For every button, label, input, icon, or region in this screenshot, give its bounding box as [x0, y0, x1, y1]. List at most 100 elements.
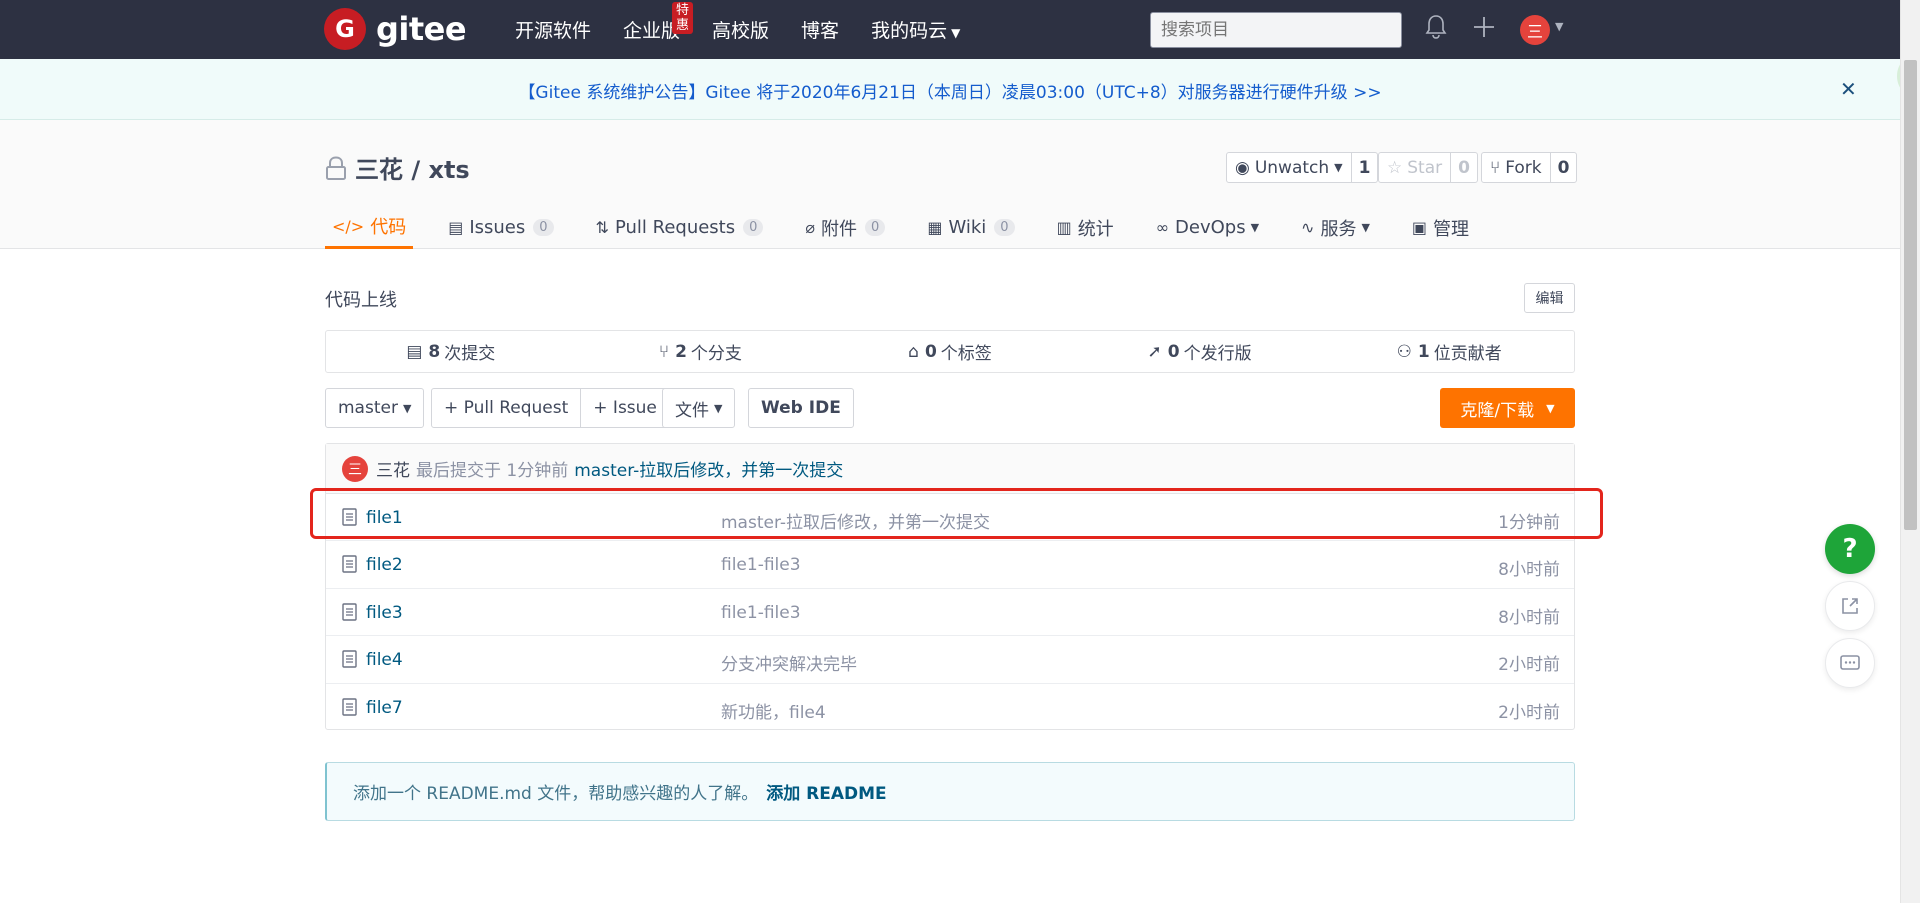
nav-link-my-gitee[interactable]: 我的码云 ▼	[871, 16, 960, 43]
tab-label: Issues	[469, 217, 526, 238]
tab-label: 统计	[1077, 218, 1114, 240]
pr-issue-button-group: + Pull Request + Issue	[431, 388, 670, 428]
add-readme-link[interactable]: 添加 README	[766, 779, 886, 804]
last-commit-row: 三 三花 最后提交于 1分钟前 master-拉取后修改，并第一次提交	[326, 444, 1574, 494]
repo-stats-bar: ▤ 8 次提交 ⑂ 2 个分支 ⌂ 0 个标签 ➚ 0 个发行版 ⚇ 1 位贡献…	[325, 330, 1575, 373]
chevron-down-icon: ▼	[1361, 221, 1370, 234]
file-name-link[interactable]: file1	[366, 508, 403, 528]
plus-icon[interactable]	[1472, 14, 1496, 44]
scrollbar-thumb[interactable]	[1904, 60, 1917, 530]
help-button[interactable]: ?	[1825, 524, 1875, 574]
file-name-link[interactable]: file7	[366, 698, 403, 718]
user-avatar[interactable]: 三	[1520, 15, 1550, 45]
file-row[interactable]: file7 新功能，file4 2小时前	[326, 684, 1574, 731]
stat-branches[interactable]: ⑂ 2 个分支	[576, 331, 826, 372]
file-commit-message[interactable]: file1-file3	[721, 603, 801, 623]
chevron-down-icon: ▼	[402, 401, 412, 415]
star-button[interactable]: ☆ Star	[1379, 153, 1450, 182]
fork-icon: ⑂	[1490, 157, 1501, 178]
repo-tabs: </> 代码 ▤ Issues 0 ⇅ Pull Requests 0 ⌀ 附件…	[325, 206, 1504, 249]
search-input[interactable]	[1150, 12, 1402, 48]
file-row[interactable]: file3 file1-file3 8小时前	[326, 589, 1574, 637]
nav-link-label: 我的码云	[871, 20, 948, 42]
tab-attachments[interactable]: ⌀ 附件 0	[798, 206, 892, 249]
file-row[interactable]: file2 file1-file3 8小时前	[326, 541, 1574, 589]
tab-label: Pull Requests	[614, 217, 736, 238]
avatar[interactable]: 三	[342, 455, 368, 482]
tab-count: 0	[865, 219, 886, 236]
file-name-link[interactable]: file2	[366, 555, 403, 575]
bell-icon[interactable]	[1425, 14, 1447, 44]
nav-link-education[interactable]: 高校版	[712, 16, 769, 43]
file-row[interactable]: file1 master-拉取后修改，并第一次提交 1分钟前	[326, 494, 1574, 542]
branch-select[interactable]: master ▼	[325, 388, 425, 428]
tab-devops[interactable]: ∞ DevOps ▼	[1149, 206, 1266, 249]
nav-link-label: 高校版	[712, 20, 770, 42]
stat-tags[interactable]: ⌂ 0 个标签	[825, 331, 1075, 372]
tab-wiki[interactable]: ▦ Wiki 0	[920, 206, 1021, 249]
file-name-link[interactable]: file4	[366, 650, 403, 670]
chevron-down-icon[interactable]: ▼	[1555, 20, 1563, 33]
watch-button[interactable]: ◉ Unwatch ▼	[1227, 153, 1351, 182]
repo-name-link[interactable]: 三花 / xts	[355, 150, 470, 185]
nav-link-blog[interactable]: 博客	[801, 16, 839, 43]
file-commit-message[interactable]: 分支冲突解决完毕	[721, 650, 857, 675]
stat-label: 个发行版	[1183, 344, 1252, 364]
file-updated-time: 1分钟前	[1498, 513, 1560, 533]
stat-label: 次提交	[444, 344, 496, 364]
stat-commits[interactable]: ▤ 8 次提交	[326, 331, 576, 372]
gitee-logo[interactable]: G gitee	[324, 8, 467, 50]
fork-label: Fork	[1505, 157, 1542, 178]
tab-count: 0	[994, 219, 1015, 236]
tab-statistics[interactable]: ▥ 统计	[1050, 206, 1121, 249]
file-menu-button[interactable]: 文件 ▼	[662, 388, 736, 428]
file-name-link[interactable]: file3	[366, 603, 403, 623]
fork-button[interactable]: ⑂ Fork	[1482, 153, 1550, 182]
close-icon[interactable]: ✕	[1840, 77, 1857, 101]
file-commit-message[interactable]: file1-file3	[721, 555, 801, 575]
chevron-down-icon: ▼	[714, 401, 723, 415]
file-icon	[342, 555, 357, 574]
share-icon[interactable]	[1825, 581, 1875, 631]
file-row[interactable]: file4 分支冲突解决完毕 2小时前	[326, 636, 1574, 684]
watch-count[interactable]: 1	[1350, 153, 1378, 182]
tab-manage[interactable]: ▣ 管理	[1405, 206, 1476, 249]
nav-link-enterprise[interactable]: 企业版 特惠	[623, 2, 694, 43]
clone-download-button[interactable]: 克隆/下载 ▼	[1440, 388, 1575, 428]
new-pull-request-button[interactable]: + Pull Request	[432, 389, 580, 427]
stat-count: 1	[1417, 341, 1430, 362]
message-icon[interactable]	[1825, 638, 1875, 688]
commit-author-link[interactable]: 三花	[376, 456, 410, 481]
commit-meta: 最后提交于 1分钟前	[416, 461, 569, 481]
tab-label: 服务	[1320, 218, 1357, 240]
file-updated-time: 8小时前	[1498, 560, 1560, 581]
nav-link-opensource[interactable]: 开源软件	[515, 16, 591, 43]
chevron-down-icon: ▼	[1334, 161, 1343, 174]
tab-label: 管理	[1433, 218, 1470, 240]
tab-code[interactable]: </> 代码	[325, 206, 414, 249]
star-count[interactable]: 0	[1450, 153, 1477, 182]
tab-issues[interactable]: ▤ Issues 0	[441, 206, 560, 249]
send-icon: ➚	[1147, 341, 1162, 362]
commit-message-link[interactable]: master-拉取后修改，并第一次提交	[574, 456, 843, 481]
lock-icon	[326, 155, 346, 180]
announcement-link[interactable]: 【Gitee 系统维护公告】Gitee 将于2020年6月21日（本周日）凌晨0…	[0, 78, 1900, 103]
bar-chart-icon: ▥	[1056, 218, 1072, 237]
tab-label: DevOps	[1175, 217, 1246, 238]
file-updated-time: 2小时前	[1498, 702, 1560, 723]
stat-contributors[interactable]: ⚇ 1 位贡献者	[1324, 331, 1574, 372]
page-scrollbar[interactable]	[1900, 0, 1920, 903]
stat-releases[interactable]: ➚ 0 个发行版	[1075, 331, 1325, 372]
tab-pull-requests[interactable]: ⇅ Pull Requests 0	[589, 206, 771, 249]
eye-icon: ◉	[1235, 157, 1250, 178]
fork-count[interactable]: 0	[1549, 153, 1577, 182]
pull-request-icon: ⇅	[595, 218, 609, 237]
star-icon: ☆	[1387, 157, 1403, 178]
file-commit-message[interactable]: master-拉取后修改，并第一次提交	[721, 508, 990, 533]
web-ide-button[interactable]: Web IDE	[748, 388, 854, 428]
stat-label: 位贡献者	[1433, 344, 1502, 364]
edit-description-button[interactable]: 编辑	[1524, 283, 1575, 313]
tab-services[interactable]: ∿ 服务 ▼	[1294, 206, 1377, 249]
new-issue-button[interactable]: + Issue	[580, 389, 669, 427]
file-commit-message[interactable]: 新功能，file4	[721, 698, 826, 723]
